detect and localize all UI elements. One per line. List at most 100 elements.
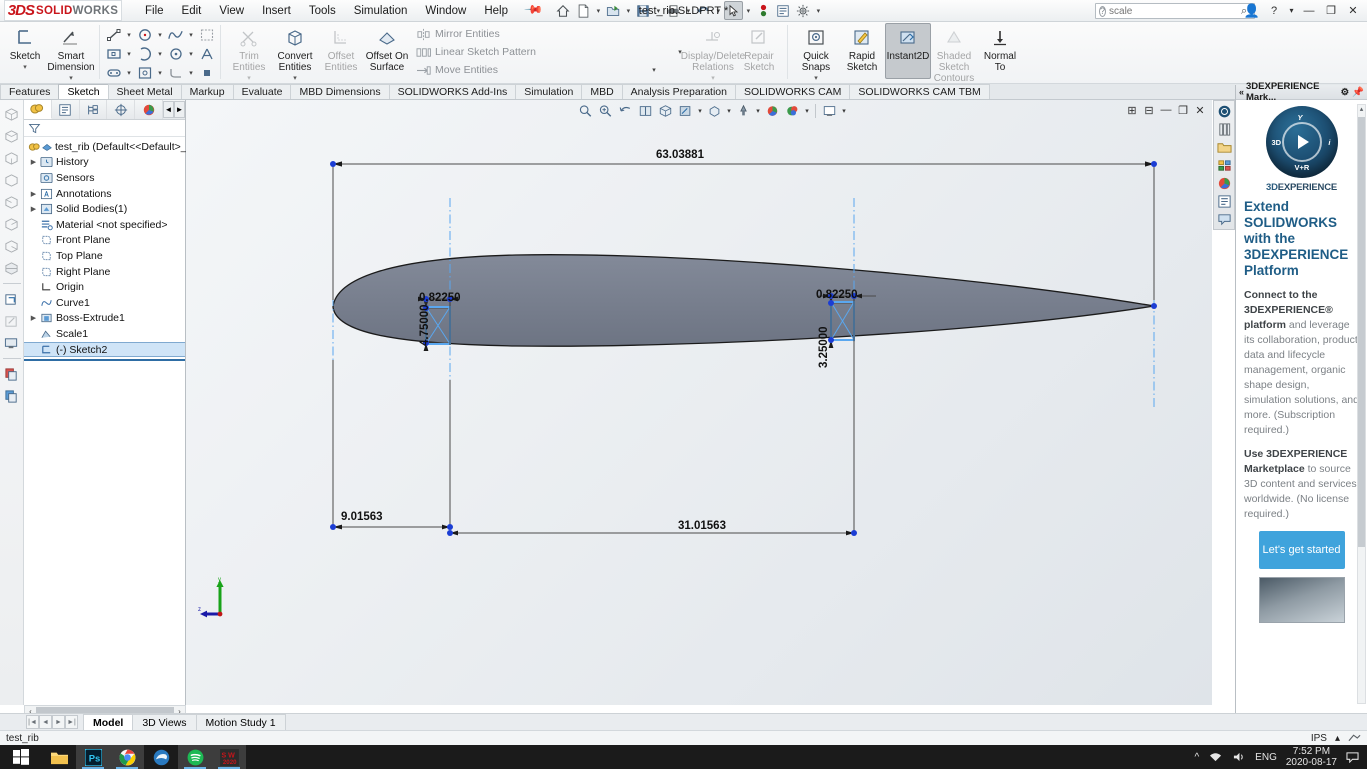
trim-entities-dropdown[interactable]: ▾ — [247, 74, 251, 82]
undo-icon[interactable] — [694, 1, 713, 20]
tree-nav-next[interactable]: ► — [174, 101, 185, 118]
scene-icon[interactable] — [2, 333, 22, 353]
close-button[interactable]: ✕ — [1343, 1, 1363, 20]
slot-icon[interactable] — [103, 64, 124, 82]
language-indicator[interactable]: ENG — [1255, 752, 1277, 763]
left-offset-dimension[interactable]: 9.01563 — [341, 511, 383, 523]
tree-node-solid-bodies[interactable]: ▶ Solid Bodies(1) — [24, 201, 185, 217]
sheet-tab-motion-study-1[interactable]: Motion Study 1 — [195, 714, 286, 730]
save-icon[interactable] — [634, 1, 653, 20]
tree-filter-input[interactable] — [41, 122, 185, 134]
spline-dropdown[interactable]: ▾ — [187, 31, 195, 39]
tab-sketch[interactable]: Sketch — [58, 84, 109, 99]
tree-node-origin[interactable]: Origin — [24, 279, 185, 295]
property-manager-tab[interactable] — [52, 100, 80, 119]
pin-icon[interactable]: 📌 — [1352, 87, 1364, 98]
tile-vertical-button[interactable]: ⊟ — [1142, 104, 1156, 117]
chevron-left-icon[interactable]: « — [1239, 87, 1244, 97]
view-orientation-icon[interactable] — [2, 214, 22, 234]
tab-simulation[interactable]: Simulation — [515, 84, 583, 99]
tray-chevron-icon[interactable]: ^ — [1194, 752, 1199, 763]
tab-evaluate[interactable]: Evaluate — [232, 84, 292, 99]
left-rib-height-dimension[interactable]: 4.75000 — [419, 304, 431, 346]
instant2d-button[interactable]: Instant2D — [884, 23, 931, 79]
edit-appearance-icon[interactable] — [2, 311, 22, 331]
new-document-icon[interactable] — [574, 1, 593, 20]
lets-get-started-button[interactable]: Let's get started — [1258, 531, 1345, 569]
tree-node-sensors[interactable]: Sensors — [24, 170, 185, 186]
sheet-first-button[interactable]: |◄ — [26, 715, 39, 729]
select-cursor-icon[interactable] — [723, 1, 743, 20]
dimxpert-manager-tab[interactable] — [107, 100, 136, 119]
view-orientation-icon[interactable] — [2, 148, 22, 168]
display-style-dropdown[interactable]: ▾ — [696, 107, 704, 115]
view-orientation-icon[interactable] — [2, 126, 22, 146]
view-orientation-icon[interactable] — [2, 192, 22, 212]
tree-node-right-plane[interactable]: Right Plane — [24, 264, 185, 280]
tab-analysis-preparation[interactable]: Analysis Preparation — [621, 84, 736, 99]
rebuild-icon[interactable] — [754, 1, 773, 20]
clock[interactable]: 7:52 PM 2020-08-17 — [1286, 746, 1337, 768]
tree-node-part[interactable]: test_rib (Default<<Default>_Displ — [24, 139, 210, 155]
hide-show-dropdown[interactable]: ▾ — [725, 107, 733, 115]
tab-features[interactable]: Features — [0, 84, 60, 99]
right-rib-width-dimension[interactable]: 0.82250 — [816, 289, 858, 301]
left-rib-width-dimension[interactable]: 0.82250 — [419, 292, 461, 304]
tree-node-curve1[interactable]: Curve1 — [24, 295, 185, 311]
gear-icon[interactable] — [794, 1, 813, 20]
sheet-next-button[interactable]: ► — [52, 715, 65, 729]
spline-icon[interactable] — [165, 26, 186, 44]
tree-filter-bar[interactable] — [24, 120, 185, 137]
task-pane-scrollbar[interactable]: ▴ — [1357, 104, 1366, 704]
view-orientation-icon[interactable] — [656, 103, 675, 120]
mirror-entities-button[interactable]: Mirror Entities — [414, 25, 686, 43]
expand-arrow[interactable]: ▶ — [28, 314, 39, 322]
menu-file[interactable]: File — [136, 2, 173, 20]
tab-markup[interactable]: Markup — [180, 84, 234, 99]
normal-to-button[interactable]: Normal To — [977, 23, 1023, 79]
tab-sheet-metal[interactable]: Sheet Metal — [107, 84, 182, 99]
select-dropdown[interactable]: ▾ — [744, 7, 753, 15]
paste-settings-icon[interactable] — [2, 386, 22, 406]
help-button[interactable]: ? — [1264, 1, 1284, 20]
sheet-tab-3d-views[interactable]: 3D Views — [132, 714, 197, 730]
line-dropdown[interactable]: ▾ — [125, 31, 133, 39]
user-account-icon[interactable]: 👤 — [1242, 1, 1262, 20]
sheet-last-button[interactable]: ►| — [65, 715, 78, 729]
gear-icon[interactable]: ⚙ — [1341, 87, 1350, 98]
open-document-dropdown[interactable]: ▾ — [624, 7, 633, 15]
print-dropdown[interactable]: ▾ — [684, 7, 693, 15]
overall-width-dimension[interactable]: 63.03881 — [656, 149, 704, 161]
ellipse-dropdown[interactable]: ▾ — [187, 50, 195, 58]
print-icon[interactable] — [664, 1, 683, 20]
feature-manager-tab[interactable] — [24, 100, 52, 119]
open-document-icon[interactable] — [604, 1, 623, 20]
rectangle-icon[interactable] — [103, 45, 124, 63]
custom-properties-icon[interactable] — [1215, 193, 1233, 210]
sketch-canvas[interactable] — [186, 100, 1212, 705]
zoom-to-area-icon[interactable] — [596, 103, 615, 120]
options-list-icon[interactable] — [774, 1, 793, 20]
display-delete-relations-button[interactable]: Display/Delete Relations ▾ — [681, 23, 745, 83]
tab-solidworks-cam-tbm[interactable]: SOLIDWORKS CAM TBM — [849, 84, 990, 99]
rectangle-sketch-icon[interactable] — [196, 26, 217, 44]
section-view-icon[interactable] — [2, 258, 22, 278]
view-settings-icon[interactable] — [783, 103, 802, 120]
configuration-manager-tab[interactable] — [80, 100, 108, 119]
view-orientation-icon[interactable] — [2, 170, 22, 190]
right-rib-height-dimension[interactable]: 3.25000 — [818, 326, 830, 368]
sketch-points[interactable] — [330, 161, 1157, 536]
minimize-button[interactable]: — — [1299, 1, 1319, 20]
graphics-area[interactable]: ▾ ▾ ▾ ▾ ▾ ⊞ ⊟ — ❐ ✕ 63.03881 0.82250 0.8… — [186, 100, 1212, 705]
text-icon[interactable] — [196, 45, 217, 63]
promo-thumbnail[interactable] — [1258, 577, 1345, 623]
view-palette-icon[interactable] — [1215, 157, 1233, 174]
menu-simulation[interactable]: Simulation — [345, 2, 417, 20]
wifi-icon[interactable] — [1208, 751, 1223, 763]
menu-insert[interactable]: Insert — [253, 2, 300, 20]
expand-arrow[interactable]: ▶ — [28, 205, 39, 213]
display-manager-tab[interactable] — [135, 100, 163, 119]
3dexperience-icon[interactable] — [1215, 103, 1233, 120]
tree-node-boss-extrude1[interactable]: ▶ Boss-Extrude1 — [24, 311, 185, 327]
section-view-icon[interactable] — [636, 103, 655, 120]
